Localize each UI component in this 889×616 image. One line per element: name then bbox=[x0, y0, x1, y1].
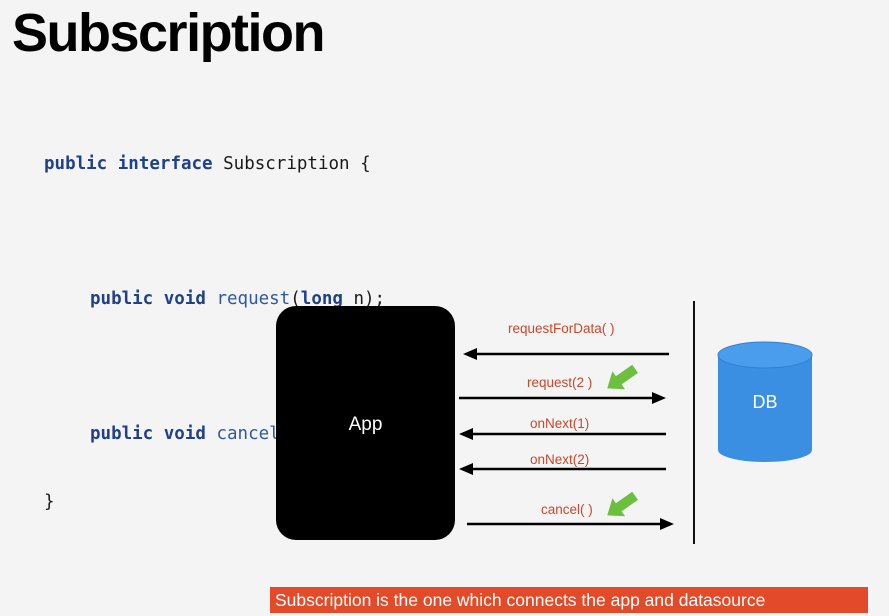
green-arrow-icon bbox=[607, 364, 638, 390]
message-label: onNext(1) bbox=[530, 416, 590, 431]
message-label: request(2 ) bbox=[527, 375, 593, 390]
arrowhead-right-icon bbox=[660, 518, 674, 530]
message-label: onNext(2) bbox=[530, 452, 590, 467]
message-label: cancel( ) bbox=[541, 502, 593, 517]
arrowhead-left-icon bbox=[463, 348, 477, 360]
green-arrow-icon bbox=[607, 491, 638, 517]
arrowhead-left-icon bbox=[459, 428, 473, 440]
message-arrows bbox=[459, 341, 813, 530]
arrowhead-left-icon bbox=[459, 463, 473, 475]
caption-banner: Subscription is the one which connects t… bbox=[270, 587, 868, 613]
message-label: requestForData( ) bbox=[508, 321, 615, 336]
arrowhead-right-icon bbox=[652, 392, 666, 404]
slide: Subscription public interface Subscripti… bbox=[0, 0, 889, 616]
db-label: DB bbox=[752, 392, 778, 412]
